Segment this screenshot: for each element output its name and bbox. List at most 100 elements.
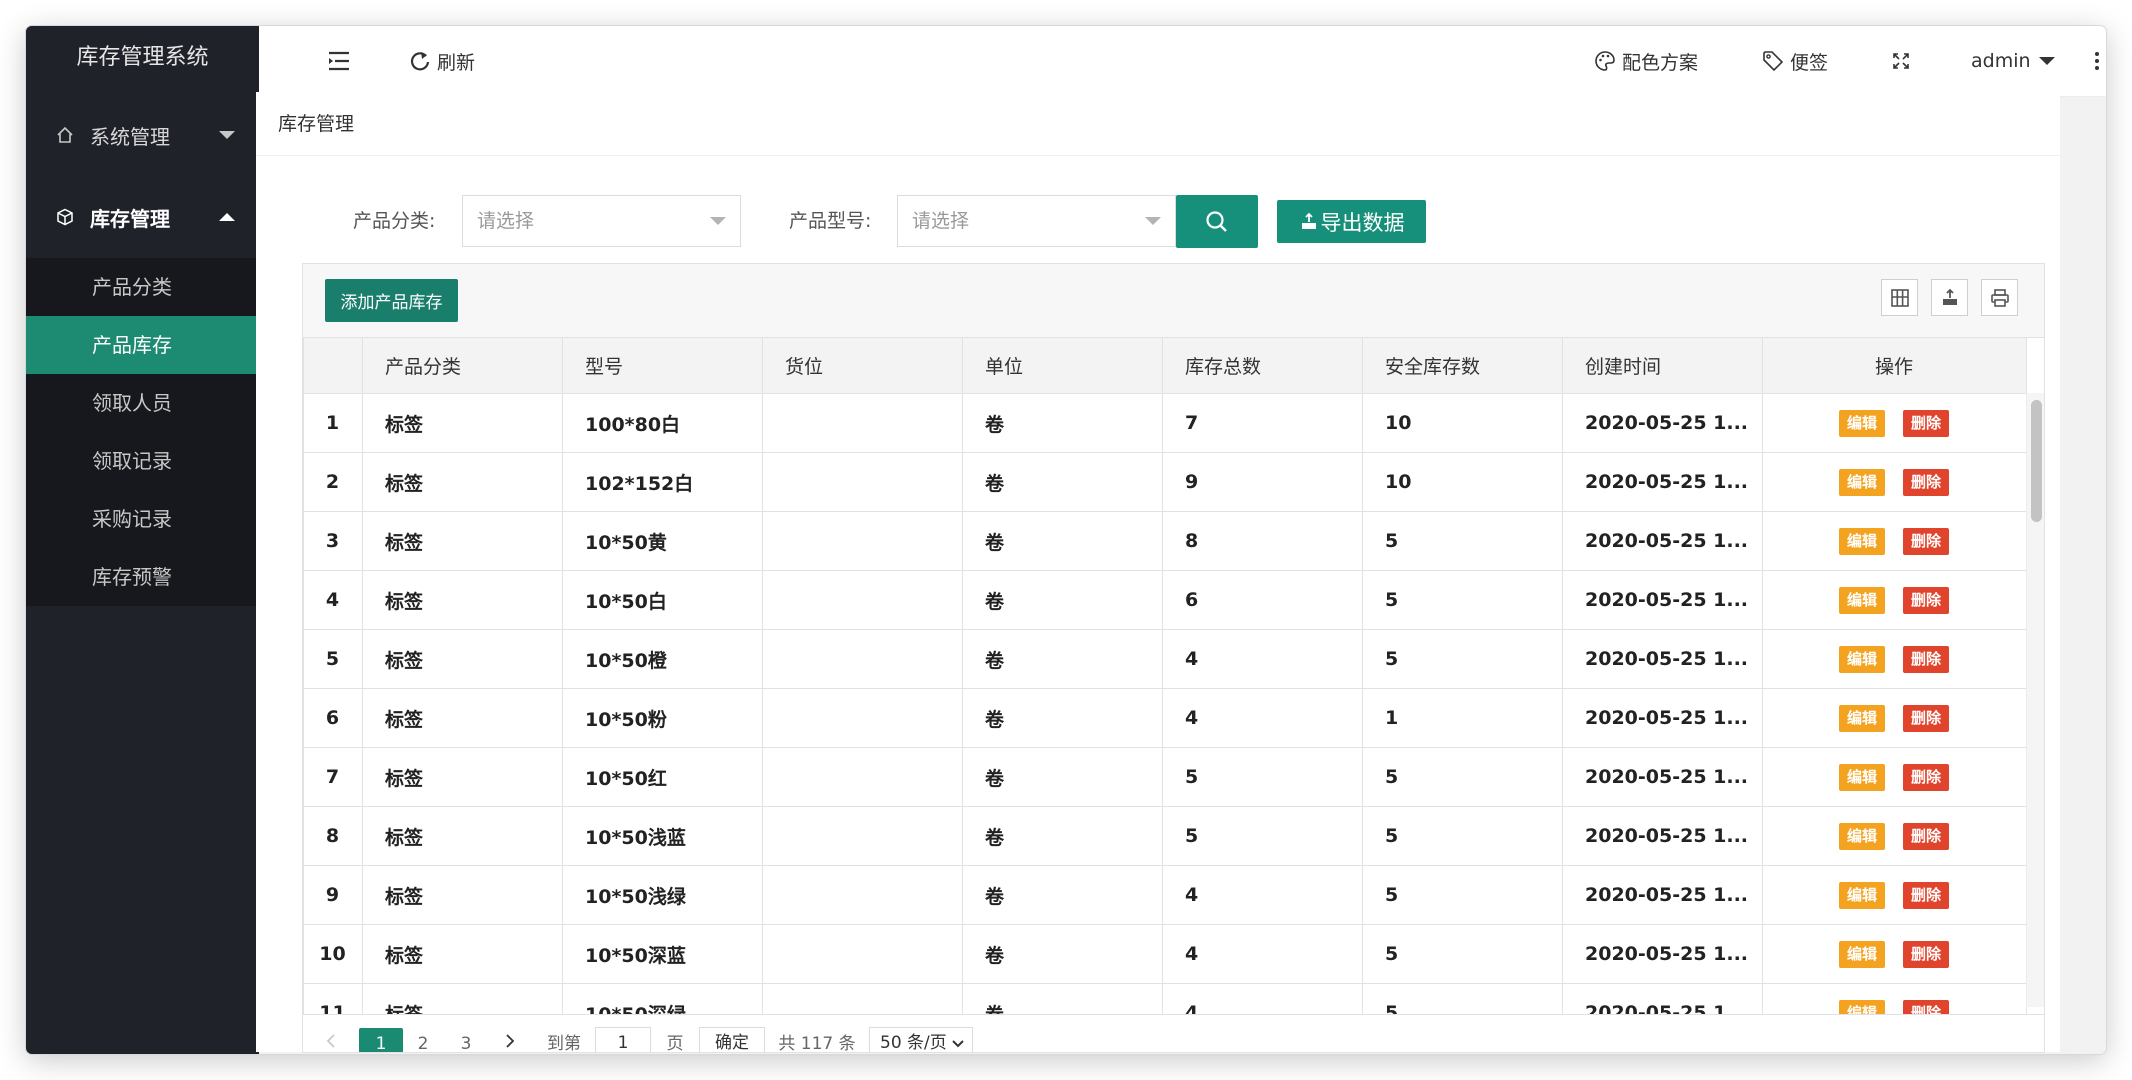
columns-filter-button[interactable] <box>1881 279 1918 316</box>
column-header-model[interactable]: 型号 <box>562 337 763 394</box>
model-select[interactable]: 请选择 <box>897 195 1176 247</box>
delete-button[interactable]: 删除 <box>1903 409 1950 437</box>
table-row[interactable]: 9 标签 10*50浅绿卷 4 5 2020-05-25 1... 编辑 删除 <box>303 865 2027 925</box>
print-button[interactable] <box>1981 279 2018 316</box>
sidebar-item-receivers[interactable]: 领取人员 <box>26 374 259 432</box>
delete-button[interactable]: 删除 <box>1903 940 1950 968</box>
nav-group-system[interactable]: 系统管理 <box>26 94 259 176</box>
column-header-safe-stock[interactable]: 安全库存数 <box>1362 337 1563 394</box>
goto-page-input[interactable]: 1 <box>595 1027 651 1052</box>
cell-category: 标签 <box>362 747 563 807</box>
cell-safe-stock: 5 <box>1362 806 1563 866</box>
cell-created-time: 2020-05-25 1... <box>1562 924 1763 984</box>
nav-group-inventory[interactable]: 库存管理 <box>26 176 259 258</box>
search-button[interactable] <box>1176 195 1258 248</box>
cell-safe-stock: 5 <box>1362 865 1563 925</box>
notes-button[interactable]: 便签 <box>1762 26 1828 96</box>
top-header: 刷新 配色方案 便签 admin <box>259 26 2106 97</box>
column-header-location[interactable]: 货位 <box>762 337 963 394</box>
table-header-row: 产品分类 型号 货位 单位 库存总数 安全库存数 创建时间 操作 <box>303 337 2027 394</box>
table-row[interactable]: 10 标签 10*50深蓝卷 4 5 2020-05-25 1... 编辑 删除 <box>303 924 2027 984</box>
delete-button[interactable]: 删除 <box>1903 468 1950 496</box>
page-size-select[interactable]: 50 条/页 <box>869 1027 973 1052</box>
column-header-category[interactable]: 产品分类 <box>362 337 563 394</box>
cell-actions: 编辑 删除 <box>1762 688 2027 748</box>
cell-safe-stock: 1 <box>1362 688 1563 748</box>
sidebar-item-stock-alert[interactable]: 库存预警 <box>26 548 259 606</box>
table-row[interactable]: 8 标签 10*50浅蓝卷 5 5 2020-05-25 1... 编辑 删除 <box>303 806 2027 866</box>
export-button[interactable]: 导出数据 <box>1277 200 1426 243</box>
column-header-total-stock[interactable]: 库存总数 <box>1162 337 1363 394</box>
table-row[interactable]: 2 标签 102*152白卷 9 10 2020-05-25 1... 编辑 删除 <box>303 452 2027 512</box>
cell-model: 10*50粉 <box>562 688 763 748</box>
delete-button[interactable]: 删除 <box>1903 881 1950 909</box>
add-stock-button[interactable]: 添加产品库存 <box>325 279 458 322</box>
caret-up-icon <box>219 213 235 221</box>
delete-button[interactable]: 删除 <box>1903 704 1950 732</box>
more-menu-button[interactable] <box>2094 26 2106 96</box>
table-export-button[interactable] <box>1931 279 1968 316</box>
delete-button[interactable]: 删除 <box>1903 645 1950 673</box>
refresh-button[interactable]: 刷新 <box>409 26 475 96</box>
cell-category: 标签 <box>362 511 563 571</box>
edit-button[interactable]: 编辑 <box>1838 527 1885 555</box>
menu-toggle-button[interactable] <box>327 26 357 96</box>
prev-page-button[interactable] <box>319 1028 343 1052</box>
chevron-down-icon <box>1145 217 1161 225</box>
delete-button[interactable]: 删除 <box>1903 763 1950 791</box>
cell-safe-stock: 5 <box>1362 629 1563 689</box>
sidebar-item-receive-records[interactable]: 领取记录 <box>26 432 259 490</box>
edit-button[interactable]: 编辑 <box>1838 822 1885 850</box>
edit-button[interactable]: 编辑 <box>1838 763 1885 791</box>
column-header-created-time[interactable]: 创建时间 <box>1562 337 1763 394</box>
page-button-2[interactable]: 2 <box>403 1028 443 1052</box>
cell-category: 标签 <box>362 629 563 689</box>
cell-location <box>762 393 963 453</box>
edit-button[interactable]: 编辑 <box>1838 586 1885 614</box>
cell-created-time: 2020-05-25 1... <box>1562 511 1763 571</box>
cell-actions: 编辑 删除 <box>1762 511 2027 571</box>
cell-safe-stock: 10 <box>1362 393 1563 453</box>
page-title: 库存管理 <box>256 92 2060 156</box>
fullscreen-button[interactable] <box>1891 26 1917 96</box>
theme-label: 配色方案 <box>1622 51 1699 74</box>
cell-category: 标签 <box>362 806 563 866</box>
sidebar-item-product-category[interactable]: 产品分类 <box>26 258 259 316</box>
edit-button[interactable]: 编辑 <box>1838 704 1885 732</box>
column-header-unit[interactable]: 单位 <box>962 337 1163 394</box>
table-row[interactable]: 1 标签 100*80白卷 7 10 2020-05-25 1... 编辑 删除 <box>303 393 2027 453</box>
delete-button[interactable]: 删除 <box>1903 822 1950 850</box>
edit-button[interactable]: 编辑 <box>1838 645 1885 673</box>
export-icon <box>1942 288 1957 305</box>
cube-icon <box>54 206 76 228</box>
edit-button[interactable]: 编辑 <box>1838 409 1885 437</box>
next-page-button[interactable] <box>498 1028 522 1052</box>
goto-confirm-button[interactable]: 确定 <box>699 1027 765 1052</box>
table-row[interactable]: 6 标签 10*50粉卷 4 1 2020-05-25 1... 编辑 删除 <box>303 688 2027 748</box>
cell-unit: 卷 <box>962 629 1163 689</box>
cell-index: 7 <box>303 747 363 807</box>
table-row[interactable]: 4 标签 10*50白卷 6 5 2020-05-25 1... 编辑 删除 <box>303 570 2027 630</box>
cell-actions: 编辑 删除 <box>1762 747 2027 807</box>
edit-button[interactable]: 编辑 <box>1838 940 1885 968</box>
user-menu[interactable]: admin <box>1971 26 2055 96</box>
edit-button[interactable]: 编辑 <box>1838 468 1885 496</box>
delete-button[interactable]: 删除 <box>1903 586 1950 614</box>
page-button-3[interactable]: 3 <box>446 1028 486 1052</box>
table-row[interactable]: 3 标签 10*50黄卷 8 5 2020-05-25 1... 编辑 删除 <box>303 511 2027 571</box>
sidebar-item-product-stock[interactable]: 产品库存 <box>26 316 259 374</box>
edit-button[interactable]: 编辑 <box>1838 881 1885 909</box>
delete-button[interactable]: 删除 <box>1903 527 1950 555</box>
cell-category: 标签 <box>362 865 563 925</box>
sidebar-item-purchase-records[interactable]: 采购记录 <box>26 490 259 548</box>
category-filter-label: 产品分类: <box>353 210 436 232</box>
cell-location <box>762 865 963 925</box>
category-select[interactable]: 请选择 <box>462 195 741 247</box>
page-button-1[interactable]: 1 <box>359 1028 403 1052</box>
table-row[interactable]: 7 标签 10*50红卷 5 5 2020-05-25 1... 编辑 删除 <box>303 747 2027 807</box>
scrollbar-thumb[interactable] <box>2031 400 2042 522</box>
table-row[interactable]: 5 标签 10*50橙卷 4 5 2020-05-25 1... 编辑 删除 <box>303 629 2027 689</box>
table-scrollbar[interactable] <box>2026 393 2044 1007</box>
cell-category: 标签 <box>362 452 563 512</box>
theme-button[interactable]: 配色方案 <box>1594 26 1698 96</box>
